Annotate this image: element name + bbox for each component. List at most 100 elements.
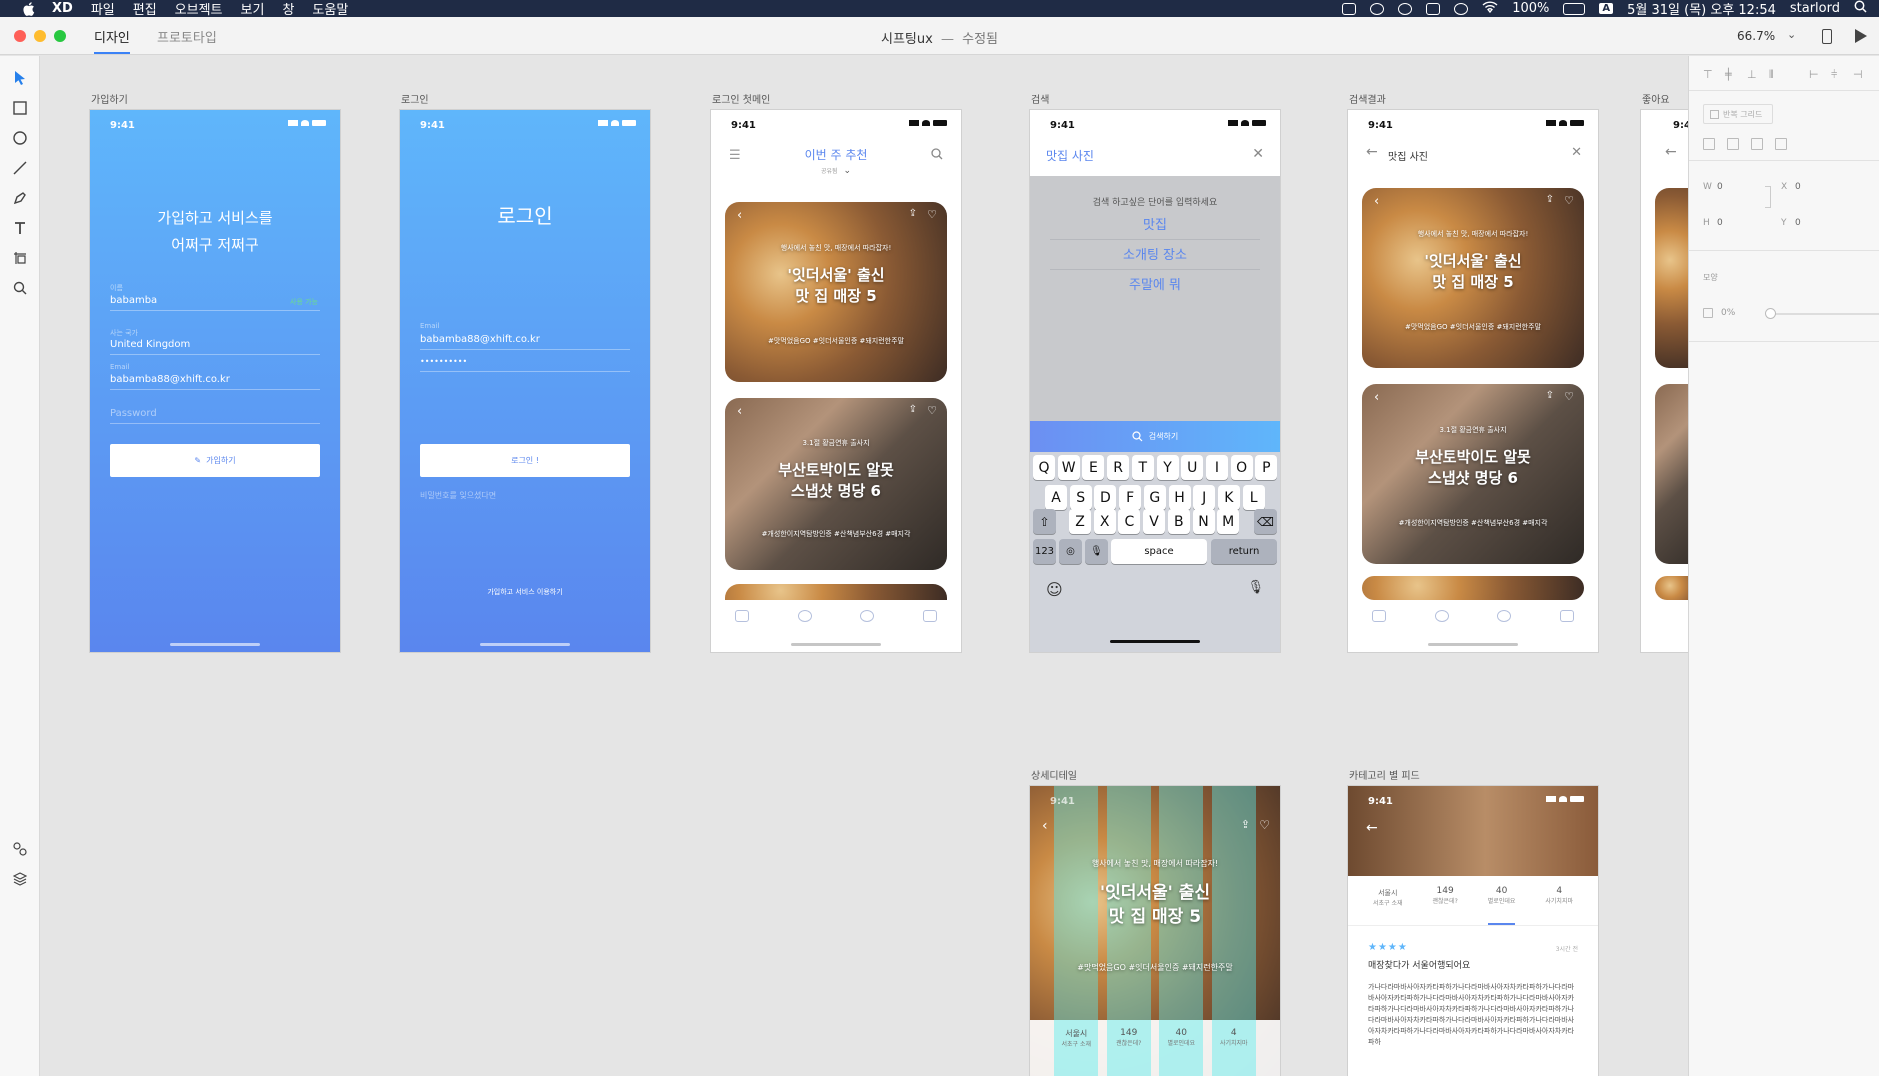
feed-card-street[interactable]: 3.1절 황금연휴 출사지 부산토박이도 알못 스냅샷 명당 6 #개성한이지역… xyxy=(725,398,947,570)
key-h[interactable]: H xyxy=(1168,485,1191,510)
likes-card[interactable] xyxy=(1655,384,1688,564)
stat-good[interactable]: 149 괜찮은데? xyxy=(1433,882,1458,925)
distribute-icon[interactable]: ⫴ xyxy=(1769,68,1774,82)
key-space[interactable]: space xyxy=(1111,539,1207,564)
country-select[interactable]: United Kingdom xyxy=(110,339,190,350)
align-left-icon[interactable]: ⊢ xyxy=(1809,68,1819,81)
airplay-icon[interactable] xyxy=(1342,2,1357,15)
heart-icon[interactable]: ♡ xyxy=(1259,818,1270,832)
artboard-likes[interactable]: 9:41 ← xyxy=(1641,110,1688,652)
login-button[interactable]: 로그인 ! xyxy=(420,444,630,477)
artboard-label-detail[interactable]: 상세디테일 xyxy=(1031,767,1077,782)
opacity-slider-handle[interactable] xyxy=(1765,308,1776,319)
signup-link[interactable]: 가입하고 서비스 이용하기 xyxy=(400,587,650,597)
signup-button[interactable]: ✎ 가입하기 xyxy=(110,444,320,477)
timer-icon[interactable] xyxy=(1398,2,1413,15)
artboard-signup[interactable]: 9:41 가입하고 서비스를 어쩌구 저쩌구 이름 babamba 사용 가능 … xyxy=(90,110,340,652)
back-icon[interactable]: ‹ xyxy=(737,404,742,419)
artboard-search[interactable]: 9:41 맛집 사진 ✕ 검색 하고싶은 단어를 입력하세요 맛집 소개팅 장소… xyxy=(1030,110,1280,652)
feed-card-food[interactable]: 행사에서 놓친 맛, 매장에서 따라잡자! '잇더서울' 출신 맛 집 매장 5… xyxy=(725,202,947,382)
suggestion-item[interactable]: 주말에 뭐 xyxy=(1050,272,1260,300)
name-input[interactable]: babamba xyxy=(110,295,157,306)
lock-aspect-icon[interactable] xyxy=(1765,186,1771,208)
zoom-level[interactable]: 66.7% xyxy=(1737,29,1775,43)
key-a[interactable]: A xyxy=(1045,485,1067,510)
align-center-icon[interactable]: ⫩ xyxy=(1831,68,1837,82)
align-top-icon[interactable]: ⊤ xyxy=(1703,68,1713,81)
stat-scam[interactable]: 4 사기치지마 xyxy=(1545,882,1573,925)
suggestion-item[interactable]: 맛집 xyxy=(1050,212,1260,240)
backspace-icon[interactable]: ⌫ xyxy=(1254,509,1277,534)
spotlight-icon[interactable] xyxy=(1854,0,1867,17)
dictation-icon[interactable]: 🎙︎ xyxy=(1247,580,1264,595)
boolean-exclude-icon[interactable] xyxy=(1775,138,1787,150)
zoom-window-button[interactable] xyxy=(54,30,66,42)
search-submit-button[interactable]: 검색하기 xyxy=(1030,421,1280,452)
artboard-login[interactable]: 9:41 로그인 Email babamba88@xhift.co.kr •••… xyxy=(400,110,650,652)
artboard-label-category[interactable]: 카테고리 별 피드 xyxy=(1349,767,1420,782)
line-tool-icon[interactable] xyxy=(10,158,30,178)
apple-icon[interactable] xyxy=(22,1,38,16)
design-canvas[interactable]: 가입하기 9:41 가입하고 서비스를 어쩌구 저쩌구 이름 babamba 사… xyxy=(41,56,1688,1076)
x-input[interactable]: 0 xyxy=(1795,182,1801,192)
home-tab-icon[interactable] xyxy=(735,610,750,622)
tab-design[interactable]: 디자인 xyxy=(94,27,130,54)
menubar-user[interactable]: starlord xyxy=(1790,1,1840,16)
menu-help[interactable]: 도움말 xyxy=(312,0,348,18)
key-v[interactable]: V xyxy=(1143,509,1166,534)
pen-tool-icon[interactable] xyxy=(10,188,30,208)
repeat-grid-button[interactable]: 반복 그리드 xyxy=(1703,104,1773,124)
close-icon[interactable]: ✕ xyxy=(1252,146,1264,162)
suggestion-item[interactable]: 소개팅 장소 xyxy=(1050,242,1260,270)
password-input[interactable]: Password xyxy=(110,408,157,419)
key-p[interactable]: P xyxy=(1255,455,1278,480)
key-s[interactable]: S xyxy=(1069,485,1092,510)
text-tool-icon[interactable] xyxy=(10,218,30,238)
grid-icon[interactable] xyxy=(1426,2,1441,15)
key-c[interactable]: C xyxy=(1118,509,1141,534)
stat-good[interactable]: 149 괜찮은데? xyxy=(1106,1020,1151,1076)
close-window-button[interactable] xyxy=(14,30,26,42)
key-123[interactable]: 123 xyxy=(1033,539,1056,564)
back-icon[interactable]: ‹ xyxy=(1374,390,1379,405)
boolean-subtract-icon[interactable] xyxy=(1727,138,1739,150)
email-input[interactable]: babamba88@xhift.co.kr xyxy=(110,374,230,385)
artboard-label-signup[interactable]: 가입하기 xyxy=(91,91,128,106)
layers-icon[interactable] xyxy=(10,869,30,889)
back-icon[interactable]: ‹ xyxy=(1374,194,1379,209)
shift-icon[interactable]: ⇧ xyxy=(1033,509,1056,534)
forgot-password-link[interactable]: 비밀번호를 잊으셨다면 xyxy=(420,490,496,501)
stat-bad[interactable]: 40 별로인데요 xyxy=(1487,882,1516,925)
artboard-label-login[interactable]: 로그인 xyxy=(401,91,429,106)
y-input[interactable]: 0 xyxy=(1795,218,1801,228)
menu-object[interactable]: 오브젝트 xyxy=(175,0,223,18)
menu-edit[interactable]: 편집 xyxy=(133,0,157,18)
artboard-tool-icon[interactable] xyxy=(10,248,30,268)
menu-file[interactable]: 파일 xyxy=(91,0,115,18)
key-g[interactable]: G xyxy=(1143,485,1166,510)
zoom-tool-icon[interactable] xyxy=(10,278,30,298)
share-icon[interactable]: ⇪ xyxy=(909,404,917,415)
mic-key-icon[interactable]: 🎙︎ xyxy=(1085,539,1108,564)
device-preview-icon[interactable] xyxy=(1822,29,1832,44)
width-input[interactable]: 0 xyxy=(1717,182,1723,192)
menu-view[interactable]: 보기 xyxy=(241,0,265,18)
key-r[interactable]: R xyxy=(1107,455,1130,480)
back-icon[interactable]: ‹ xyxy=(1042,818,1048,834)
likes-card[interactable] xyxy=(1655,188,1688,368)
key-e[interactable]: E xyxy=(1082,455,1105,480)
login-password-input[interactable]: •••••••••• xyxy=(420,357,467,366)
artboard-home[interactable]: 9:41 ☰ 이번 주 추천 공유됨 ⌄ 행사에서 놓친 맛, 매장에서 따라잡… xyxy=(711,110,961,652)
select-tool-icon[interactable] xyxy=(10,68,30,88)
result-card-food[interactable]: 행사에서 놓친 맛, 매장에서 따라잡자! '잇더서울' 출신 맛 집 매장 5… xyxy=(1362,188,1584,368)
sort-selector[interactable]: 공유됨 ⌄ xyxy=(711,166,961,176)
chevron-down-icon[interactable]: ⌄ xyxy=(1787,28,1796,41)
key-j[interactable]: J xyxy=(1193,485,1216,510)
boolean-intersect-icon[interactable] xyxy=(1751,138,1763,150)
minimize-window-button[interactable] xyxy=(34,30,46,42)
key-z[interactable]: Z xyxy=(1069,509,1091,534)
menu-app-name[interactable]: XD xyxy=(52,1,73,16)
key-i[interactable]: I xyxy=(1205,455,1228,480)
back-arrow-icon[interactable]: ← xyxy=(1366,144,1378,160)
share-icon[interactable]: ⇪ xyxy=(1546,194,1554,205)
